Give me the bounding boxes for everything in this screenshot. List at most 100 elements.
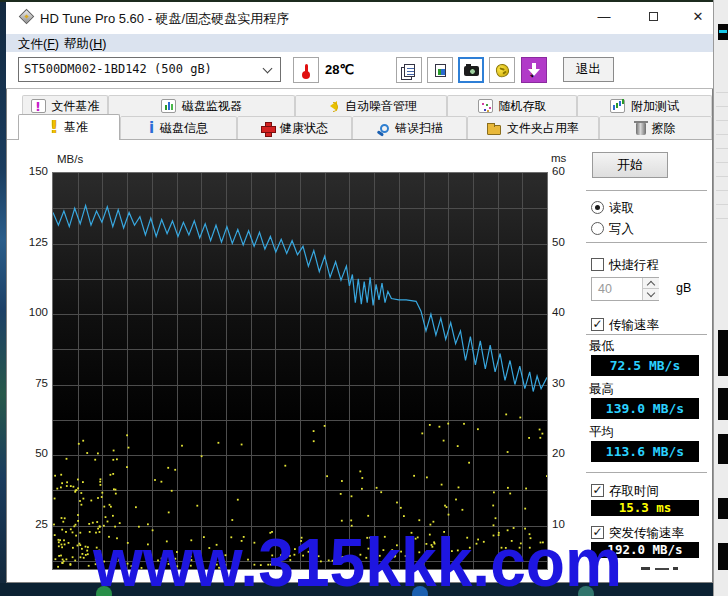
- speaker-icon: [325, 99, 339, 113]
- access-time-checkbox[interactable]: ✓: [591, 484, 604, 497]
- right-axis-tick: 20: [552, 447, 582, 459]
- left-axis-tick: 150: [14, 165, 48, 177]
- disk-monitor-icon: [161, 99, 176, 113]
- left-axis-tick: 125: [14, 236, 48, 248]
- camera-icon: [464, 66, 479, 76]
- tab-error-scan[interactable]: 错误扫描: [352, 116, 467, 139]
- yellow-blob-icon: [494, 62, 510, 78]
- tab-label: 附加测试: [631, 98, 679, 115]
- divider: [586, 472, 707, 473]
- save-image-icon: [435, 64, 446, 77]
- left-axis-tick: 25: [14, 518, 48, 530]
- divider: [586, 242, 707, 243]
- tab-label: 自动噪音管理: [345, 98, 417, 115]
- short-stroke-checkbox[interactable]: [591, 258, 604, 271]
- maximize-button[interactable]: [644, 8, 662, 26]
- tab-label: 文件基准: [52, 98, 100, 115]
- screenshot-button[interactable]: [458, 57, 484, 83]
- tab-label: 健康状态: [280, 120, 328, 137]
- tab-random-access[interactable]: 随机存取: [447, 95, 577, 116]
- copy-icon: [404, 64, 415, 77]
- tab-benchmark[interactable]: ! 基准: [18, 114, 120, 140]
- benchmark-chart: [52, 172, 548, 570]
- close-button[interactable]: ✕: [689, 8, 707, 26]
- capacity-spinner[interactable]: 40: [591, 277, 659, 301]
- cpu-usage-partial: [641, 567, 650, 570]
- divider: [586, 190, 707, 191]
- transfer-checkbox[interactable]: ✓: [591, 318, 604, 331]
- extra-tests-icon: [610, 99, 625, 113]
- min-label: 最低: [589, 338, 614, 355]
- update-button[interactable]: ↓: [521, 57, 547, 83]
- trash-icon: [636, 123, 646, 135]
- tab-disk-monitor[interactable]: 磁盘监视器: [108, 95, 295, 116]
- left-axis-unit: MB/s: [57, 153, 83, 165]
- cpu-usage-partial: [673, 567, 678, 570]
- max-value: 139.0 MB/s: [591, 398, 699, 419]
- down-arrow-icon: ↓: [528, 63, 540, 77]
- divider: [586, 334, 707, 335]
- thermometer-icon: [305, 64, 308, 77]
- temperature-button[interactable]: [293, 57, 319, 83]
- tab-label: 文件夹占用率: [507, 120, 579, 137]
- save-image-button[interactable]: [427, 57, 453, 83]
- tab-health[interactable]: 健康状态: [237, 116, 352, 139]
- avg-label: 平均: [589, 424, 614, 441]
- right-axis-tick: 60: [552, 165, 582, 177]
- folder-icon: [487, 125, 501, 135]
- left-axis-tick: 100: [14, 306, 48, 318]
- max-label: 最高: [589, 381, 614, 398]
- tab-folder-usage[interactable]: 文件夹占用率: [467, 116, 599, 139]
- right-axis-tick: 40: [552, 306, 582, 318]
- left-axis-tick: 75: [14, 377, 48, 389]
- watermark: www.315kkk.com: [93, 528, 622, 596]
- health-cross-icon: [261, 122, 274, 135]
- transfer-label: 传输速率: [609, 317, 659, 334]
- access-time-label: 存取时间: [609, 483, 659, 500]
- tab-aam[interactable]: 自动噪音管理: [295, 95, 447, 116]
- right-axis-tick: 30: [552, 377, 582, 389]
- min-value: 72.5 MB/s: [591, 355, 699, 376]
- maximize-icon: [649, 12, 658, 21]
- tab-erase[interactable]: 擦除: [599, 116, 712, 139]
- spinner-down-icon[interactable]: [643, 289, 659, 300]
- exit-button[interactable]: 退出: [563, 57, 614, 82]
- magnifier-icon: [380, 124, 389, 133]
- tab-extra-tests[interactable]: 附加测试: [577, 95, 712, 116]
- benchmark-icon: !: [50, 119, 58, 136]
- random-access-icon: [478, 99, 493, 113]
- short-stroke-label: 快捷行程: [609, 257, 659, 274]
- background-window: [713, 0, 728, 596]
- tab-label: 磁盘监视器: [182, 98, 242, 115]
- chevron-down-icon: [263, 64, 273, 74]
- menu-file[interactable]: 文件(F): [18, 36, 59, 53]
- temperature-value: 28℃: [325, 62, 354, 77]
- window-title: HD Tune Pro 5.60 - 硬盘/固态硬盘实用程序: [40, 10, 289, 28]
- copy-button[interactable]: [396, 57, 422, 83]
- drive-select[interactable]: ST500DM002-1BD142 (500 gB): [18, 57, 281, 82]
- tab-file-benchmark[interactable]: !文件基准: [22, 95, 108, 116]
- tab-label: 随机存取: [499, 98, 547, 115]
- tab-label: 擦除: [652, 120, 676, 137]
- capacity-unit: gB: [676, 281, 691, 295]
- tab-disk-info[interactable]: i 磁盘信息: [120, 116, 237, 139]
- write-label: 写入: [609, 221, 634, 238]
- tab-label: 基准: [64, 119, 88, 136]
- capacity-value: 40: [598, 282, 612, 296]
- minimize-button[interactable]: —: [595, 8, 613, 26]
- menu-bar: [6, 34, 713, 52]
- spinner-up-icon[interactable]: [643, 278, 659, 289]
- left-axis-tick: 50: [14, 447, 48, 459]
- right-axis-unit: ms: [551, 152, 566, 164]
- right-axis-tick: 50: [552, 236, 582, 248]
- avg-value: 113.6 MB/s: [591, 441, 699, 462]
- read-label: 读取: [609, 200, 634, 217]
- write-radio[interactable]: [591, 222, 604, 235]
- start-button[interactable]: 开始: [592, 152, 668, 178]
- info-icon: i: [149, 121, 154, 136]
- cpu-usage-partial: [655, 568, 669, 570]
- menu-help[interactable]: 帮助(H): [64, 36, 106, 53]
- tab-label: 磁盘信息: [160, 120, 208, 137]
- aam-quick-button[interactable]: [489, 57, 515, 83]
- read-radio[interactable]: [591, 201, 604, 214]
